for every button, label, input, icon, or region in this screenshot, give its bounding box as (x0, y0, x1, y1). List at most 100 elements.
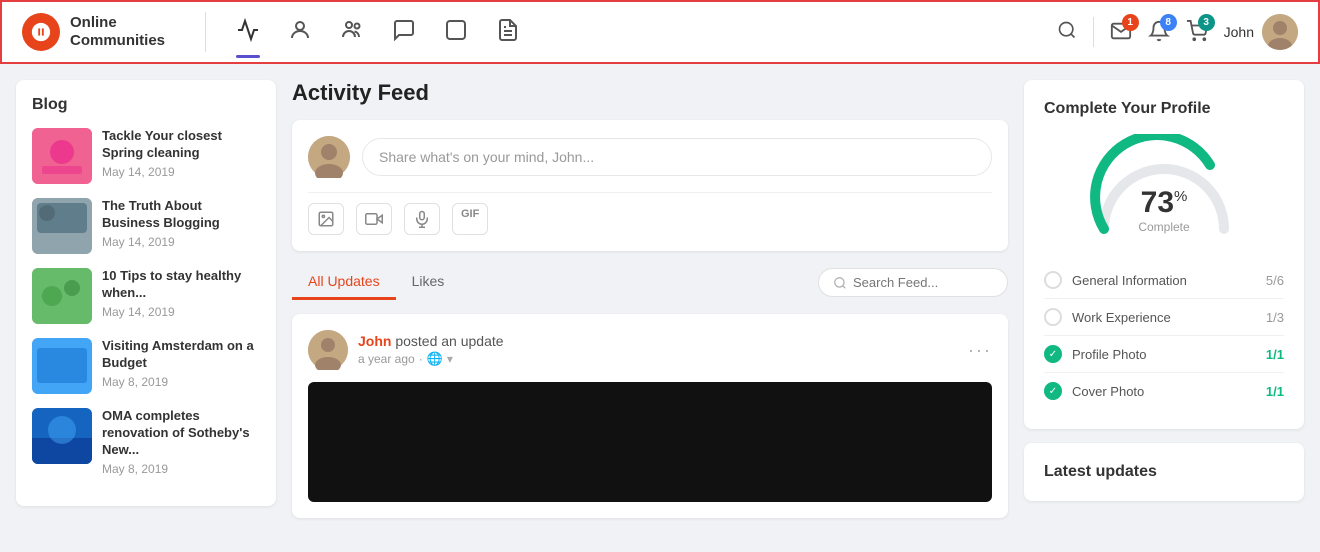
blog-item[interactable]: Visiting Amsterdam on a Budget May 8, 20… (32, 338, 260, 394)
blog-item[interactable]: OMA completes renovation of Sotheby's Ne… (32, 408, 260, 476)
blog-item-content: The Truth About Business Blogging May 14… (102, 198, 260, 249)
profile-item-dot-complete: ✓ (1044, 345, 1062, 363)
video-button[interactable] (356, 203, 392, 235)
profile-item-score: 1/1 (1266, 384, 1284, 399)
profile-item-score: 1/1 (1266, 347, 1284, 362)
post-author-avatar (308, 330, 348, 370)
navbar: Online Communities 1 (0, 0, 1320, 64)
search-icon[interactable] (1057, 20, 1077, 45)
gauge-container: 73% Complete (1044, 134, 1284, 242)
post-input-field[interactable]: Share what's on your mind, John... (362, 138, 992, 176)
profile-item-name: Cover Photo (1072, 384, 1266, 399)
nav-right: 1 8 3 John (1057, 14, 1298, 50)
profile-completion-title: Complete Your Profile (1044, 100, 1284, 118)
blog-list: Tackle Your closest Spring cleaning May … (32, 128, 260, 476)
profile-item-dot (1044, 308, 1062, 326)
logo[interactable]: Online Communities (22, 13, 165, 51)
feed-search[interactable] (818, 268, 1008, 297)
cart-notification[interactable]: 3 (1186, 20, 1208, 45)
gauge-wrapper: 73% Complete (1084, 134, 1244, 242)
post-meta: John posted an update a year ago · 🌐 ▾ (358, 333, 958, 367)
right-sidebar: Complete Your Profile 73% Complet (1024, 80, 1304, 518)
photo-button[interactable] (308, 203, 344, 235)
blog-item-content: OMA completes renovation of Sotheby's Ne… (102, 408, 260, 476)
post-card: John posted an update a year ago · 🌐 ▾ ·… (292, 314, 1008, 518)
mail-badge: 1 (1122, 14, 1139, 31)
gauge-text: 73% Complete (1084, 188, 1244, 234)
feed-tabs: All Updates Likes (292, 265, 1008, 300)
blog-item-title: The Truth About Business Blogging (102, 198, 260, 232)
blog-item-title: Tackle Your closest Spring cleaning (102, 128, 260, 162)
blog-card: Blog Tackle Your closest Spring cleaning… (16, 80, 276, 506)
post-action-text: posted an update (395, 333, 503, 349)
mail-notification[interactable]: 1 (1110, 20, 1132, 45)
nav-icons (236, 18, 1057, 46)
blog-item-date: May 8, 2019 (102, 375, 260, 389)
blog-item[interactable]: 10 Tips to stay healthy when... May 14, … (32, 268, 260, 324)
post-actions: GIF (308, 192, 992, 235)
blog-item-title: Visiting Amsterdam on a Budget (102, 338, 260, 372)
post-header: John posted an update a year ago · 🌐 ▾ ·… (308, 330, 992, 370)
profile-item-name: Profile Photo (1072, 347, 1266, 362)
post-image (308, 382, 992, 502)
nav-profile[interactable] (288, 18, 312, 46)
nav-people[interactable] (340, 18, 364, 46)
mic-button[interactable] (404, 203, 440, 235)
gauge-label: Complete (1084, 220, 1244, 234)
post-user-avatar (308, 136, 350, 178)
blog-title: Blog (32, 96, 260, 114)
privacy-chevron-icon[interactable]: ▾ (447, 352, 453, 366)
user-avatar (1262, 14, 1298, 50)
profile-item[interactable]: ✓ Cover Photo 1/1 (1044, 373, 1284, 409)
post-input-row: Share what's on your mind, John... (308, 136, 992, 178)
nav-chat[interactable] (392, 18, 416, 46)
bell-badge: 8 (1160, 14, 1177, 31)
profile-completion-card: Complete Your Profile 73% Complet (1024, 80, 1304, 429)
blog-item-content: 10 Tips to stay healthy when... May 14, … (102, 268, 260, 319)
gauge-percent: 73% (1084, 188, 1244, 218)
user-name: John (1224, 24, 1254, 40)
globe-icon: 🌐 (427, 351, 443, 367)
cart-badge: 3 (1198, 14, 1215, 31)
blog-thumb (32, 338, 92, 394)
profile-item[interactable]: ✓ Profile Photo 1/1 (1044, 336, 1284, 373)
blog-item[interactable]: The Truth About Business Blogging May 14… (32, 198, 260, 254)
user-menu[interactable]: John (1224, 14, 1298, 50)
profile-item-dot (1044, 271, 1062, 289)
page-body: Blog Tackle Your closest Spring cleaning… (0, 64, 1320, 518)
logo-text: Online Communities (70, 14, 165, 50)
left-sidebar: Blog Tackle Your closest Spring cleaning… (16, 80, 276, 518)
logo-icon (22, 13, 60, 51)
tab-likes[interactable]: Likes (396, 265, 461, 300)
bell-notification[interactable]: 8 (1148, 20, 1170, 45)
nav-document[interactable] (496, 18, 520, 46)
blog-item[interactable]: Tackle Your closest Spring cleaning May … (32, 128, 260, 184)
profile-item-dot-complete: ✓ (1044, 382, 1062, 400)
blog-item-content: Tackle Your closest Spring cleaning May … (102, 128, 260, 179)
feed-title: Activity Feed (292, 80, 1008, 106)
profile-item[interactable]: General Information 5/6 (1044, 262, 1284, 299)
blog-thumb (32, 408, 92, 464)
tab-all-updates[interactable]: All Updates (292, 265, 396, 300)
blog-item-date: May 14, 2019 (102, 165, 260, 179)
feed-search-input[interactable] (853, 275, 993, 290)
profile-item-score: 5/6 (1266, 273, 1284, 288)
main-feed: Activity Feed Share what's on your mind,… (292, 80, 1008, 518)
profile-item[interactable]: Work Experience 1/3 (1044, 299, 1284, 336)
feed-search-icon (833, 276, 847, 290)
post-more-button[interactable]: ··· (968, 340, 992, 361)
nav-media[interactable] (444, 18, 468, 46)
post-author-name[interactable]: John (358, 333, 391, 349)
blog-item-date: May 8, 2019 (102, 462, 260, 476)
blog-thumb (32, 198, 92, 254)
blog-thumb (32, 128, 92, 184)
blog-thumb (32, 268, 92, 324)
post-text: John posted an update (358, 333, 958, 349)
blog-item-title: 10 Tips to stay healthy when... (102, 268, 260, 302)
nav-vertical-divider (1093, 17, 1094, 47)
profile-items-list: General Information 5/6 Work Experience … (1044, 262, 1284, 409)
blog-item-date: May 14, 2019 (102, 235, 260, 249)
post-input-card: Share what's on your mind, John... GIF (292, 120, 1008, 251)
nav-activity[interactable] (236, 18, 260, 46)
gif-button[interactable]: GIF (452, 203, 488, 235)
